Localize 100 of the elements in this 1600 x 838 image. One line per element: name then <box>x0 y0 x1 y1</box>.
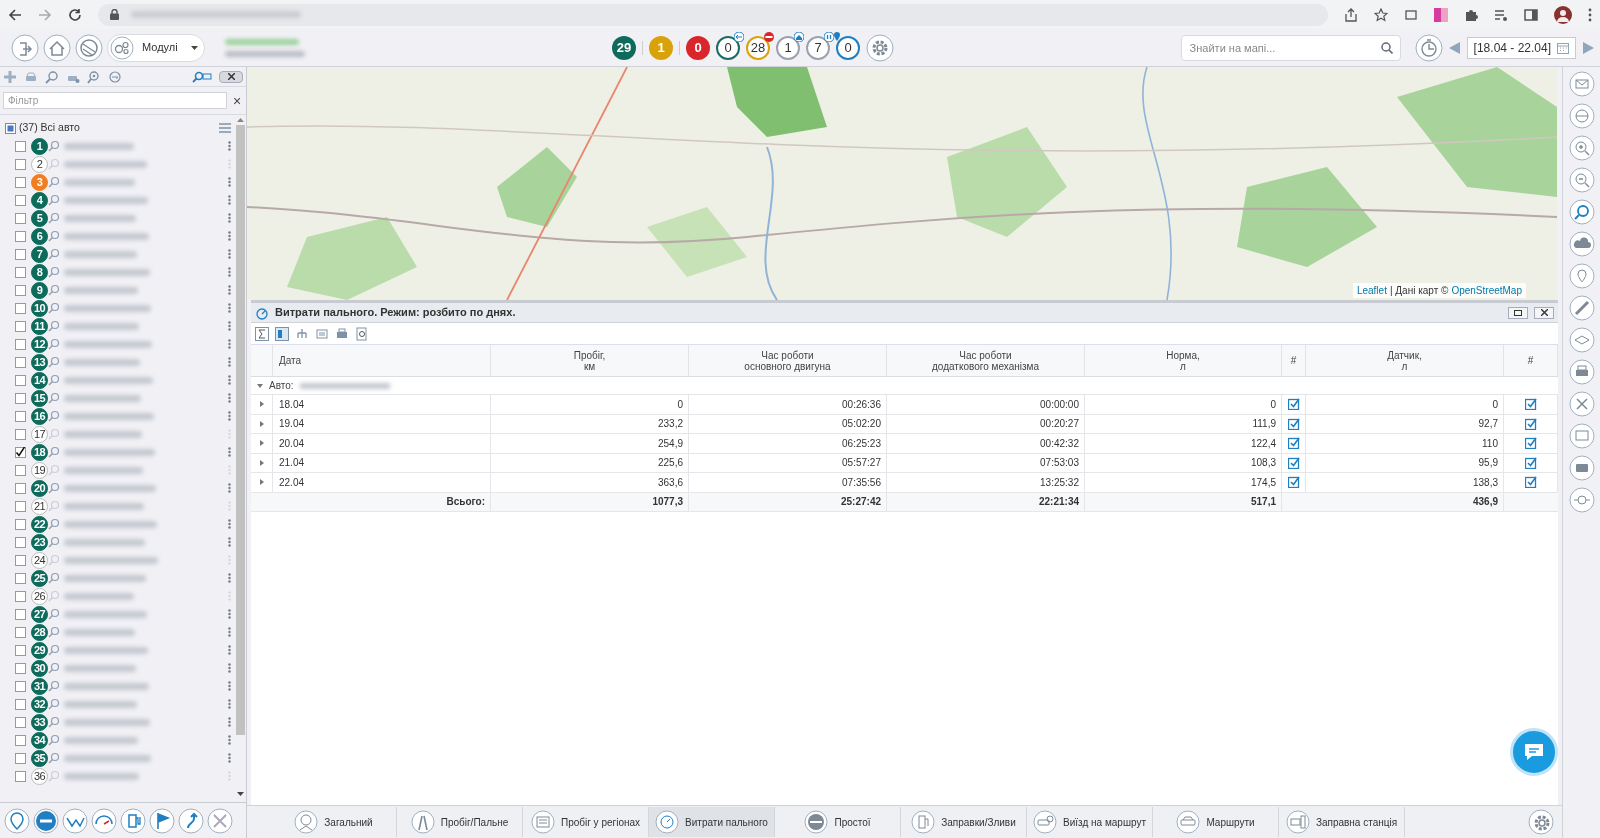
zoom-icon[interactable] <box>48 302 60 314</box>
more-icon[interactable] <box>228 177 231 187</box>
column-header[interactable]: Дата <box>273 345 491 376</box>
restore-button[interactable] <box>1508 306 1528 319</box>
zoom-icon[interactable] <box>48 284 60 296</box>
zoom-icon[interactable] <box>48 374 60 386</box>
flag-icon[interactable] <box>149 807 175 834</box>
count-badge[interactable]: 0 <box>686 36 710 60</box>
puzzle-icon[interactable] <box>1464 7 1478 22</box>
checkbox[interactable] <box>1287 398 1300 411</box>
checkbox[interactable] <box>1287 456 1300 469</box>
zoom-icon[interactable] <box>45 69 59 84</box>
openstreetmap-link[interactable]: OpenStreetMap <box>1451 283 1522 298</box>
more-icon[interactable] <box>228 303 231 313</box>
export-icon[interactable] <box>315 326 329 341</box>
leaflet-link[interactable]: Leaflet <box>1356 283 1387 298</box>
share-icon[interactable] <box>1344 7 1358 22</box>
report-tab[interactable]: Пробіг/Пальне <box>397 807 523 837</box>
more-icon[interactable] <box>228 663 231 673</box>
settings-icon[interactable] <box>866 34 894 62</box>
collapse-caret-icon[interactable] <box>257 383 263 388</box>
checkbox[interactable] <box>15 590 26 602</box>
column-header[interactable]: # <box>1282 345 1306 376</box>
key-icon[interactable] <box>108 69 122 84</box>
report-tab[interactable]: Пробіг у регіонах <box>523 807 649 837</box>
checkbox[interactable] <box>15 428 26 440</box>
zoom-icon[interactable] <box>48 680 60 692</box>
zoom-icon[interactable] <box>48 572 60 584</box>
checkbox[interactable] <box>15 752 26 764</box>
cloud-icon[interactable] <box>1568 231 1595 257</box>
more-icon[interactable] <box>228 411 231 421</box>
home-icon[interactable] <box>43 33 71 62</box>
add-icon[interactable] <box>3 69 17 84</box>
checkbox[interactable] <box>15 554 26 566</box>
checkbox[interactable] <box>15 716 26 728</box>
checkbox[interactable] <box>1524 417 1537 430</box>
zoom-icon[interactable] <box>48 410 60 422</box>
checkbox[interactable] <box>15 212 26 224</box>
checkbox[interactable] <box>15 392 26 404</box>
clock-icon[interactable] <box>1414 34 1443 62</box>
pin-icon[interactable] <box>1568 263 1595 289</box>
zoom-icon[interactable] <box>48 662 60 674</box>
filter-field[interactable]: Фільтр <box>3 92 227 109</box>
list-menu-icon[interactable] <box>219 123 231 133</box>
scroll-down-icon[interactable] <box>237 792 244 796</box>
avatar-icon[interactable] <box>1554 5 1572 24</box>
checkbox[interactable] <box>15 536 26 548</box>
scroll-up-icon[interactable] <box>237 118 244 122</box>
search-icon[interactable] <box>1380 42 1393 54</box>
speedometer-icon[interactable] <box>91 807 117 834</box>
report-tab[interactable]: Заправна станція <box>1279 807 1405 837</box>
settings-icon[interactable] <box>1528 809 1554 835</box>
checkbox[interactable] <box>15 266 26 278</box>
zoom-icon[interactable] <box>48 734 60 746</box>
checkbox[interactable] <box>15 320 26 332</box>
date-range-field[interactable]: [18.04 - 22.04] <box>1466 37 1576 59</box>
close-button[interactable] <box>1534 306 1554 319</box>
expand-caret-icon[interactable] <box>259 420 264 427</box>
checkbox[interactable] <box>1524 437 1537 450</box>
zoom-icon[interactable] <box>48 338 60 350</box>
more-icon[interactable] <box>228 681 231 691</box>
all-vehicles-label[interactable]: (37) Всі авто <box>19 120 216 136</box>
checkbox[interactable] <box>1524 398 1537 411</box>
search-toggle-icon[interactable] <box>192 70 212 83</box>
sidebar-icon[interactable] <box>1524 7 1538 22</box>
zoom-icon[interactable] <box>48 608 60 620</box>
expand-caret-icon[interactable] <box>259 459 264 466</box>
checkbox[interactable] <box>15 140 26 152</box>
more-icon[interactable] <box>228 627 231 637</box>
zoom-icon[interactable] <box>87 69 101 84</box>
more-icon[interactable] <box>228 375 231 385</box>
checkbox[interactable] <box>15 572 26 584</box>
report-tab[interactable]: Виїзд на маршрут <box>1027 807 1153 837</box>
zoom-in-icon[interactable] <box>1568 135 1595 161</box>
zoom-icon[interactable] <box>48 248 60 260</box>
zoom-icon[interactable] <box>48 356 60 368</box>
more-icon[interactable] <box>228 393 231 403</box>
zoom-out-icon[interactable] <box>1568 167 1595 193</box>
more-icon[interactable] <box>228 483 231 493</box>
more-icon[interactable] <box>228 321 231 331</box>
more-icon[interactable] <box>228 213 231 223</box>
fuel-pump-icon[interactable] <box>120 807 146 834</box>
back-icon[interactable] <box>8 7 22 22</box>
more-icon[interactable] <box>228 717 231 727</box>
zoom-icon[interactable] <box>48 140 60 152</box>
route-icon[interactable] <box>62 807 88 834</box>
zoom-icon[interactable] <box>48 194 60 206</box>
checkbox[interactable] <box>1524 476 1537 489</box>
count-ring[interactable]: 0 <box>836 36 860 60</box>
tools-icon[interactable] <box>1568 391 1595 417</box>
zoom-icon[interactable] <box>48 536 60 548</box>
exit-icon[interactable] <box>11 33 39 62</box>
print-icon[interactable] <box>335 326 349 341</box>
expand-caret-icon[interactable] <box>259 479 264 486</box>
checkbox[interactable] <box>15 284 26 296</box>
report-tab[interactable]: Витрати пального <box>649 807 775 837</box>
search-field[interactable]: Знайти на мапі... <box>1180 35 1401 61</box>
checkbox[interactable] <box>15 734 26 746</box>
more-icon[interactable] <box>228 447 231 457</box>
more-icon[interactable] <box>228 267 231 277</box>
